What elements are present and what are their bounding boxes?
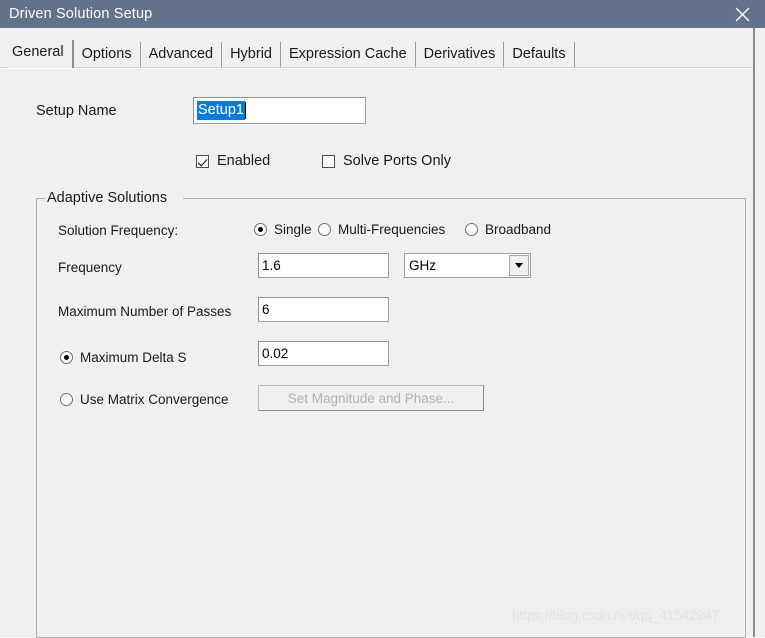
radio-multi-frequencies[interactable]: Multi-Frequencies [318, 222, 445, 237]
close-button[interactable] [719, 0, 765, 28]
maximum-number-of-passes-label: Maximum Number of Passes [58, 304, 232, 319]
panel-top-highlight [0, 68, 753, 69]
radio-broadband-indicator [465, 223, 478, 236]
tab-label: Derivatives [423, 46, 496, 62]
window-title: Driven Solution Setup [9, 6, 153, 22]
setup-name-label: Setup Name [36, 103, 117, 119]
checkbox-solve-ports-only[interactable]: Solve Ports Only [322, 153, 451, 169]
set-magnitude-and-phase-label: Set Magnitude and Phase... [287, 390, 455, 406]
checkbox-enabled-label: Enabled [217, 153, 271, 169]
driven-solution-setup-dialog: Driven Solution Setup General Options Adva… [0, 0, 765, 638]
radio-single[interactable]: Single [254, 222, 312, 237]
setup-name-input[interactable]: Setup1 [193, 97, 366, 124]
radio-single-label: Single [274, 222, 312, 237]
maximum-delta-s-input[interactable]: 0.02 [258, 341, 389, 366]
maximum-number-of-passes-value: 6 [262, 302, 270, 317]
tab-label: General [12, 44, 64, 60]
radio-use-matrix-convergence-label: Use Matrix Convergence [80, 392, 229, 407]
radio-use-matrix-convergence[interactable]: Use Matrix Convergence [60, 392, 229, 407]
frequency-unit-dropdown-button[interactable] [509, 255, 529, 276]
checkbox-solve-ports-only-box [322, 154, 335, 168]
tab-label: Options [81, 46, 132, 62]
maximum-number-of-passes-input[interactable]: 6 [258, 297, 389, 322]
tab-general[interactable]: General [6, 40, 74, 68]
radio-broadband[interactable]: Broadband [465, 222, 551, 237]
frequency-label: Frequency [58, 260, 122, 275]
tab-strip: General Options Advanced Hybrid Expression C… [0, 28, 765, 68]
tab-list: General Options Advanced Hybrid Expression C… [6, 40, 575, 68]
text-caret [244, 102, 246, 119]
radio-maximum-delta-s-label: Maximum Delta S [80, 350, 187, 365]
frequency-unit-select[interactable]: GHz [404, 253, 531, 278]
tab-label: Defaults [512, 46, 566, 62]
frequency-input[interactable]: 1.6 [258, 253, 389, 278]
checkbox-solve-ports-only-label: Solve Ports Only [343, 153, 451, 169]
frequency-unit-value: GHz [409, 258, 436, 273]
tab-label: Advanced [148, 46, 214, 62]
close-icon [735, 7, 750, 22]
radio-maximum-delta-s[interactable]: Maximum Delta S [60, 350, 187, 365]
radio-multi-frequencies-label: Multi-Frequencies [338, 222, 446, 237]
title-bar: Driven Solution Setup [0, 0, 765, 28]
tab-derivatives[interactable]: Derivatives [415, 42, 505, 68]
checkbox-enabled-box [196, 154, 209, 168]
radio-single-indicator [254, 223, 267, 236]
tab-defaults[interactable]: Defaults [504, 42, 575, 68]
group-border-right-segment [183, 198, 746, 199]
checkbox-enabled[interactable]: Enabled [196, 153, 270, 169]
group-border-left-segment [36, 198, 45, 199]
solution-frequency-label: Solution Frequency: [58, 223, 179, 238]
radio-multi-frequencies-indicator [318, 223, 331, 236]
chevron-down-icon [515, 263, 523, 268]
radio-maximum-delta-s-indicator [60, 351, 73, 364]
radio-broadband-label: Broadband [485, 222, 552, 237]
frequency-value: 1.6 [262, 258, 281, 273]
setup-name-value: Setup1 [197, 101, 245, 120]
adaptive-solutions-group [36, 198, 746, 638]
radio-use-matrix-convergence-indicator [60, 393, 73, 406]
dialog-right-edge-fill [755, 28, 765, 637]
tab-expression-cache[interactable]: Expression Cache [280, 42, 416, 68]
tab-label: Hybrid [230, 46, 272, 62]
tab-hybrid[interactable]: Hybrid [222, 42, 281, 68]
tab-options[interactable]: Options [73, 42, 141, 68]
tab-label: Expression Cache [288, 46, 407, 62]
set-magnitude-and-phase-button: Set Magnitude and Phase... [258, 385, 484, 411]
tab-advanced[interactable]: Advanced [140, 42, 223, 68]
maximum-delta-s-value: 0.02 [262, 346, 289, 361]
adaptive-solutions-title: Adaptive Solutions [45, 190, 170, 207]
